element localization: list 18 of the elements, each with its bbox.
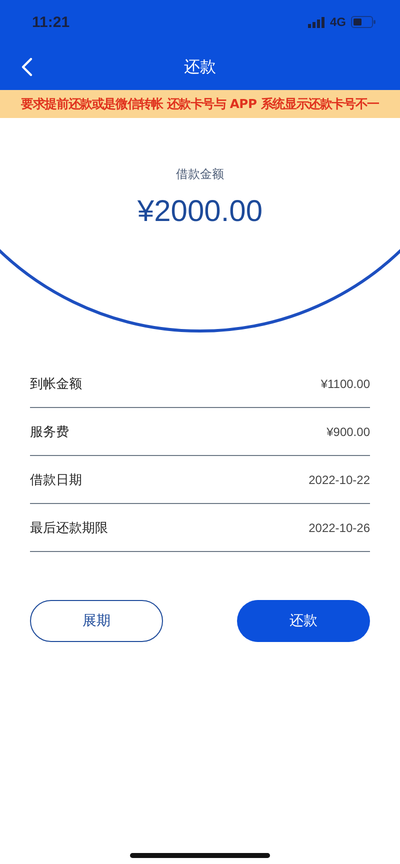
detail-label: 借款日期 <box>30 472 82 488</box>
battery-icon <box>351 16 376 28</box>
detail-label: 服务费 <box>30 424 69 440</box>
detail-value: ¥900.00 <box>326 424 370 438</box>
repay-button[interactable]: 还款 <box>237 600 370 642</box>
page-title: 还款 <box>184 56 216 78</box>
detail-label: 到帐金额 <box>30 376 82 392</box>
detail-value: 2022-10-26 <box>308 520 370 534</box>
signal-icon <box>308 16 325 28</box>
loan-amount: ¥2000.00 <box>137 195 263 229</box>
detail-value: 2022-10-22 <box>308 472 370 486</box>
status-time: 11:21 <box>32 14 70 30</box>
notice-banner: 要求提前还款或是微信转帐 还款卡号与 APP 系统显示还款卡号不一 <box>0 90 400 118</box>
detail-value: ¥1100.00 <box>320 376 370 390</box>
loan-amount-label: 借款金额 <box>176 166 224 183</box>
detail-label: 最后还款期限 <box>30 520 108 536</box>
network-label: 4G <box>330 15 346 29</box>
extend-button[interactable]: 展期 <box>30 600 163 642</box>
